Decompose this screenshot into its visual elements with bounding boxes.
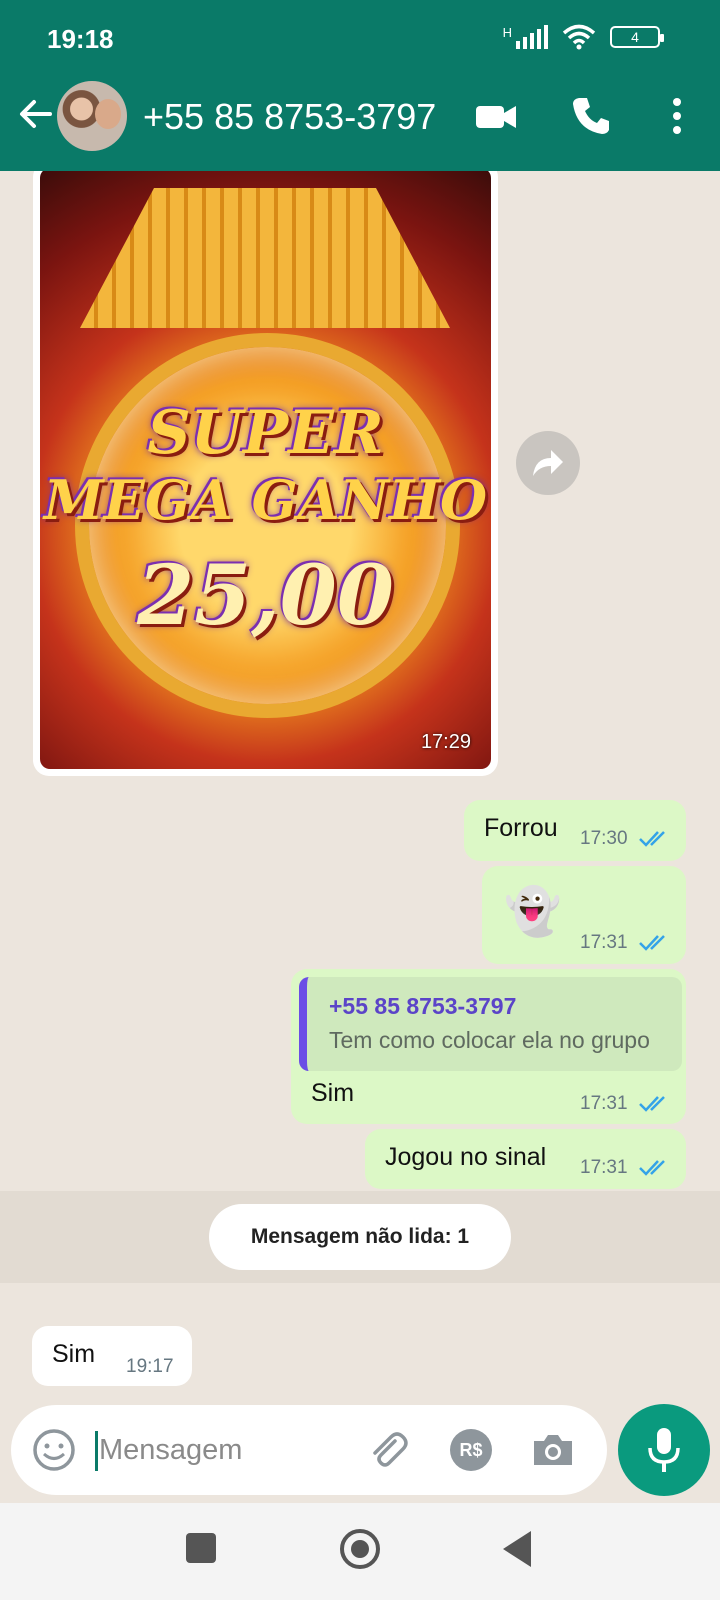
message-bubble[interactable]: Forrou 17:30 — [464, 800, 686, 861]
message-input[interactable]: Mensagem — [99, 1434, 242, 1467]
signal-icon — [516, 25, 548, 49]
phone-icon[interactable] — [569, 94, 613, 138]
read-ticks-icon — [639, 1160, 665, 1176]
status-time: 19:18 — [47, 24, 114, 54]
network-type-label: H — [502, 24, 512, 40]
emoji-message: 👻 — [504, 885, 562, 937]
more-vert-icon[interactable] — [655, 94, 699, 138]
message-bubble[interactable]: Jogou no sinal 17:31 — [365, 1129, 686, 1189]
read-ticks-icon — [639, 1096, 665, 1112]
camera-icon[interactable] — [530, 1427, 576, 1473]
payment-icon[interactable]: R$ — [450, 1429, 492, 1471]
message-composer[interactable]: Mensagem R$ — [11, 1405, 607, 1495]
arrow-left-icon[interactable] — [14, 92, 58, 136]
video-camera-icon[interactable] — [474, 94, 518, 138]
message-time: 19:17 — [126, 1356, 174, 1377]
message-text: Forrou — [484, 814, 558, 842]
quoted-sender: +55 85 8753-3797 — [329, 993, 517, 1019]
message-time: 17:31 — [580, 1157, 628, 1178]
unread-count-label: Mensagem não lida: 1 — [209, 1204, 511, 1270]
message-time: 17:31 — [580, 1093, 628, 1114]
system-nav-bar — [0, 1503, 720, 1600]
status-icons: H 4 — [502, 24, 664, 50]
unread-divider: Mensagem não lida: 1 — [0, 1191, 720, 1283]
read-ticks-icon — [639, 831, 665, 847]
mic-button[interactable] — [618, 1404, 710, 1496]
recent-apps-button[interactable] — [186, 1533, 216, 1563]
quoted-text: Tem como colocar ela no grupo — [329, 1027, 650, 1053]
chat-header: 19:18 H 4 +55 85 8753-3797 — [0, 0, 720, 171]
emoji-icon[interactable] — [31, 1427, 77, 1473]
battery-icon: 4 — [610, 26, 664, 48]
home-button[interactable] — [340, 1529, 380, 1569]
message-time: 17:29 — [420, 731, 471, 753]
forward-icon — [533, 450, 563, 476]
image-text-super: SUPER — [147, 398, 384, 468]
message-bubble[interactable]: Sim 19:17 — [32, 1326, 192, 1386]
message-time: 17:31 — [580, 932, 628, 953]
read-ticks-icon — [639, 935, 665, 951]
text-cursor — [95, 1431, 98, 1471]
message-text: Jogou no sinal — [385, 1143, 547, 1171]
message-time: 17:30 — [580, 828, 628, 849]
forward-button[interactable] — [516, 431, 580, 495]
message-text: Sim — [311, 1079, 355, 1107]
message-text: Sim — [52, 1340, 96, 1368]
back-button[interactable] — [503, 1531, 531, 1567]
image-text-mega-ganho: MEGA GANHO — [43, 468, 488, 532]
wifi-icon — [562, 24, 596, 50]
message-bubble[interactable]: 👻 17:31 — [482, 866, 686, 964]
contact-avatar[interactable] — [57, 81, 127, 151]
contact-name[interactable]: +55 85 8753-3797 — [143, 96, 436, 138]
microphone-icon — [648, 1428, 680, 1472]
image-message[interactable]: SUPER MEGA GANHO 25,00 17:29 — [33, 171, 498, 776]
temple-roof-decoration — [80, 188, 450, 328]
image-text-amount: 25,00 — [137, 548, 394, 644]
paperclip-icon[interactable] — [365, 1427, 411, 1473]
reply-message-bubble[interactable]: +55 85 8753-3797 Tem como colocar ela no… — [291, 969, 686, 1124]
quoted-message[interactable]: +55 85 8753-3797 Tem como colocar ela no… — [299, 977, 682, 1071]
game-screenshot-image[interactable]: SUPER MEGA GANHO 25,00 17:29 — [40, 171, 491, 769]
chat-area[interactable]: SUPER MEGA GANHO 25,00 17:29 Forrou 17:3… — [0, 171, 720, 1405]
